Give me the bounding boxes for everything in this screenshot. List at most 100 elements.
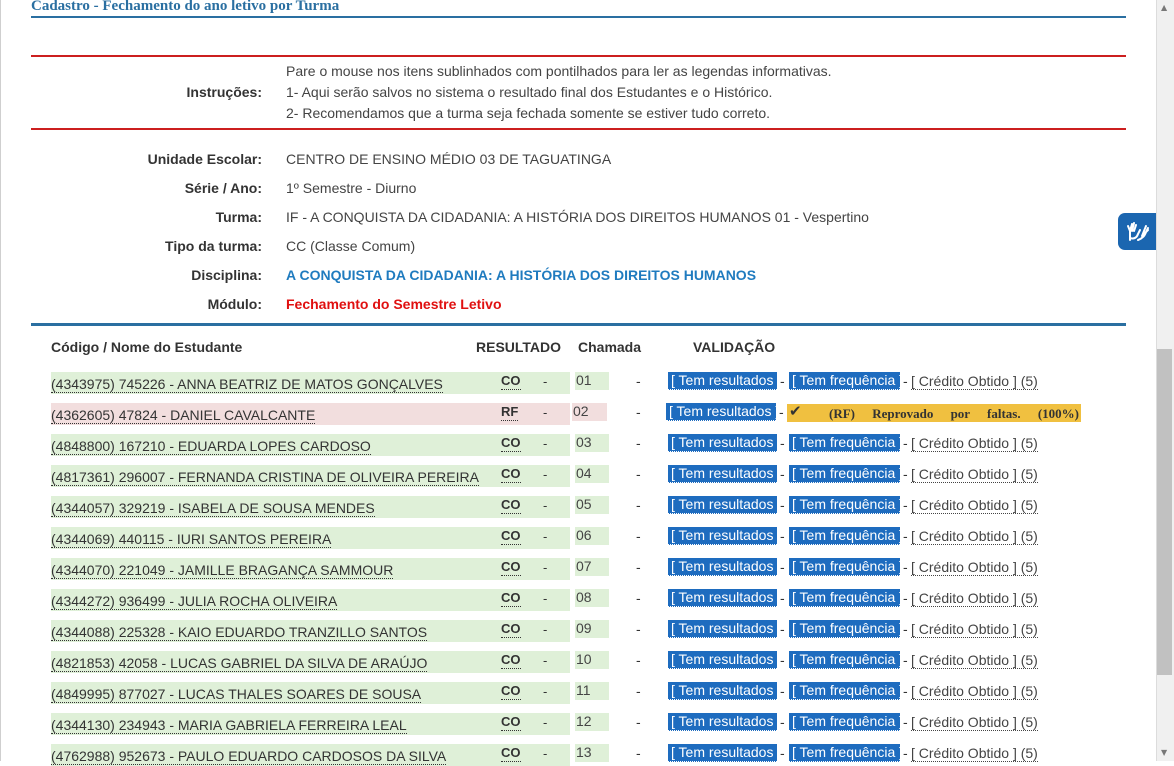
table-divider	[31, 323, 1126, 326]
student-name-link[interactable]: (4817361) 296007 - FERNANDA CRISTINA DE …	[51, 465, 500, 487]
student-name-link[interactable]: (4344130) 234943 - MARIA GABRIELA FERREI…	[51, 713, 500, 735]
scrollbar-thumb[interactable]	[1157, 349, 1172, 675]
credito-obtido-link[interactable]: [ Crédito Obtido ] (5)	[911, 713, 1038, 731]
chamada-number: 04	[575, 465, 609, 483]
scroll-down-arrow-icon[interactable]: ▼	[1161, 748, 1167, 757]
chamada-dash: -	[636, 466, 641, 482]
student-name: (4817361) 296007 - FERNANDA CRISTINA DE …	[51, 469, 479, 486]
student-name-link[interactable]: (4344070) 221049 - JAMILLE BRAGANÇA SAMM…	[51, 558, 500, 580]
chamada-dash: -	[636, 590, 641, 606]
result-dash: -	[543, 715, 548, 730]
tem-resultados-button[interactable]: [ Tem resultados ]	[668, 682, 781, 700]
student-name-link[interactable]: (4344069) 440115 - IURI SANTOS PEREIRA	[51, 527, 500, 549]
result-code[interactable]: CO	[501, 558, 521, 576]
student-name-link[interactable]: (4762988) 952673 - PAULO EDUARDO CARDOSO…	[51, 744, 500, 766]
tem-frequencia-button[interactable]: [ Tem frequência ]	[789, 558, 903, 576]
tem-resultados-button[interactable]: [ Tem resultados ]	[666, 403, 779, 421]
result-code[interactable]: CO	[501, 744, 521, 762]
result-code[interactable]: CO	[501, 651, 521, 669]
result-code[interactable]: CO	[501, 682, 521, 700]
validation-separator: -	[780, 714, 785, 730]
table-row: (4849995) 877027 - LUCAS THALES SOARES D…	[0, 682, 1156, 704]
result-code[interactable]: CO	[501, 589, 521, 607]
tem-frequencia-button[interactable]: [ Tem frequência ]	[789, 744, 903, 762]
credito-obtido-link[interactable]: [ Crédito Obtido ] (5)	[911, 651, 1038, 669]
tem-frequencia-button[interactable]: [ Tem frequência ]	[789, 527, 903, 545]
result-code[interactable]: RF	[501, 403, 519, 421]
validation-separator: -	[903, 714, 908, 730]
result-code[interactable]: CO	[501, 496, 521, 514]
credito-obtido-link[interactable]: [ Crédito Obtido ] (5)	[911, 620, 1038, 638]
tem-resultados-button[interactable]: [ Tem resultados ]	[668, 651, 781, 669]
student-name: (4343975) 745226 - ANNA BEATRIZ DE MATOS…	[51, 376, 443, 393]
student-name-link[interactable]: (4343975) 745226 - ANNA BEATRIZ DE MATOS…	[51, 372, 500, 394]
result-code[interactable]: CO	[501, 372, 521, 390]
table-row: (4344088) 225328 - KAIO EDUARDO TRANZILL…	[0, 620, 1156, 642]
tem-frequencia-button[interactable]: [ Tem frequência ]	[789, 434, 903, 452]
tem-frequencia-button[interactable]: [ Tem frequência ]	[789, 372, 903, 390]
tem-frequencia-button[interactable]: [ Tem frequência ]	[789, 465, 903, 483]
chamada-number: 09	[575, 620, 609, 638]
tem-resultados-button[interactable]: [ Tem resultados ]	[668, 372, 781, 390]
credito-obtido-link[interactable]: [ Crédito Obtido ] (5)	[911, 372, 1038, 390]
student-name-link[interactable]: (4362605) 47824 - DANIEL CAVALCANTE	[51, 403, 500, 425]
chamada-number: 05	[575, 496, 609, 514]
student-name-link[interactable]: (4821853) 42058 - LUCAS GABRIEL DA SILVA…	[51, 651, 500, 673]
tem-resultados-button[interactable]: [ Tem resultados ]	[668, 620, 781, 638]
tem-resultados-button[interactable]: [ Tem resultados ]	[668, 713, 781, 731]
student-name: (4848800) 167210 - EDUARDA LOPES CARDOSO	[51, 438, 371, 455]
result-cell: CO -	[500, 620, 570, 642]
tipo-turma-value: CC (Classe Comum)	[286, 238, 416, 254]
scroll-up-arrow-icon[interactable]: ▲	[1161, 3, 1167, 12]
credito-obtido-link[interactable]: [ Crédito Obtido ] (5)	[911, 434, 1038, 452]
vlibras-widget[interactable]	[1118, 213, 1156, 250]
tem-resultados-button[interactable]: [ Tem resultados ]	[668, 558, 781, 576]
student-name-link[interactable]: (4344272) 936499 - JULIA ROCHA OLIVEIRA	[51, 589, 500, 611]
instruction-line: 2- Recomendamos que a turma seja fechada…	[286, 105, 771, 121]
credito-obtido-link[interactable]: [ Crédito Obtido ] (5)	[911, 527, 1038, 545]
result-code[interactable]: CO	[501, 465, 521, 483]
serie-value: 1º Semestre - Diurno	[286, 180, 417, 196]
tem-resultados-button[interactable]: [ Tem resultados ]	[668, 744, 781, 762]
table-row: (4821853) 42058 - LUCAS GABRIEL DA SILVA…	[0, 651, 1156, 673]
tem-frequencia-button[interactable]: [ Tem frequência ]	[789, 589, 903, 607]
student-name-link[interactable]: (4848800) 167210 - EDUARDA LOPES CARDOSO	[51, 434, 500, 456]
student-name-link[interactable]: (4849995) 877027 - LUCAS THALES SOARES D…	[51, 682, 500, 704]
chamada-dash: -	[636, 652, 641, 668]
validation-separator: -	[780, 621, 785, 637]
student-name: (4344130) 234943 - MARIA GABRIELA FERREI…	[51, 717, 407, 734]
result-cell: CO -	[500, 651, 570, 673]
chamada-number: 03	[575, 434, 609, 452]
tem-frequencia-button[interactable]: [ Tem frequência ]	[789, 682, 903, 700]
credito-obtido-link[interactable]: [ Crédito Obtido ] (5)	[911, 465, 1038, 483]
credito-obtido-text: [ Crédito Obtido ] (5)	[911, 683, 1038, 700]
result-cell: CO -	[500, 744, 570, 766]
credito-obtido-link[interactable]: [ Crédito Obtido ] (5)	[911, 558, 1038, 576]
student-name-link[interactable]: (4344057) 329219 - ISABELA DE SOUSA MEND…	[51, 496, 500, 518]
student-name-link[interactable]: (4344088) 225328 - KAIO EDUARDO TRANZILL…	[51, 620, 500, 642]
header-result: RESULTADO	[476, 339, 562, 355]
result-code[interactable]: CO	[501, 713, 521, 731]
tem-frequencia-button[interactable]: [ Tem frequência ]	[789, 713, 903, 731]
credito-obtido-link[interactable]: [ Crédito Obtido ] (5)	[911, 744, 1038, 762]
tem-resultados-button[interactable]: [ Tem resultados ]	[668, 527, 781, 545]
result-code[interactable]: CO	[501, 620, 521, 638]
result-cell: CO -	[500, 589, 570, 611]
tem-frequencia-button[interactable]: [ Tem frequência ]	[789, 620, 903, 638]
tem-frequencia-button[interactable]: [ Tem frequência ]	[789, 651, 903, 669]
tem-resultados-button[interactable]: [ Tem resultados ]	[668, 465, 781, 483]
credito-obtido-link[interactable]: [ Crédito Obtido ] (5)	[911, 682, 1038, 700]
header-chamada: Chamada	[578, 339, 642, 355]
tem-frequencia-button[interactable]: [ Tem frequência ]	[789, 496, 903, 514]
tem-resultados-button[interactable]: [ Tem resultados ]	[668, 496, 781, 514]
page-title: Cadastro - Fechamento do ano letivo por …	[31, 0, 340, 14]
table-row: (4344069) 440115 - IURI SANTOS PEREIRA CO…	[0, 527, 1156, 549]
credito-obtido-link[interactable]: [ Crédito Obtido ] (5)	[911, 589, 1038, 607]
warning-text: (RF) Reprovado por faltas. (100%)	[829, 406, 1079, 421]
result-code[interactable]: CO	[501, 434, 521, 452]
tem-resultados-button[interactable]: [ Tem resultados ]	[668, 589, 781, 607]
credito-obtido-text: [ Crédito Obtido ] (5)	[911, 590, 1038, 607]
result-code[interactable]: CO	[501, 527, 521, 545]
tem-resultados-button[interactable]: [ Tem resultados ]	[668, 434, 781, 452]
credito-obtido-link[interactable]: [ Crédito Obtido ] (5)	[911, 496, 1038, 514]
